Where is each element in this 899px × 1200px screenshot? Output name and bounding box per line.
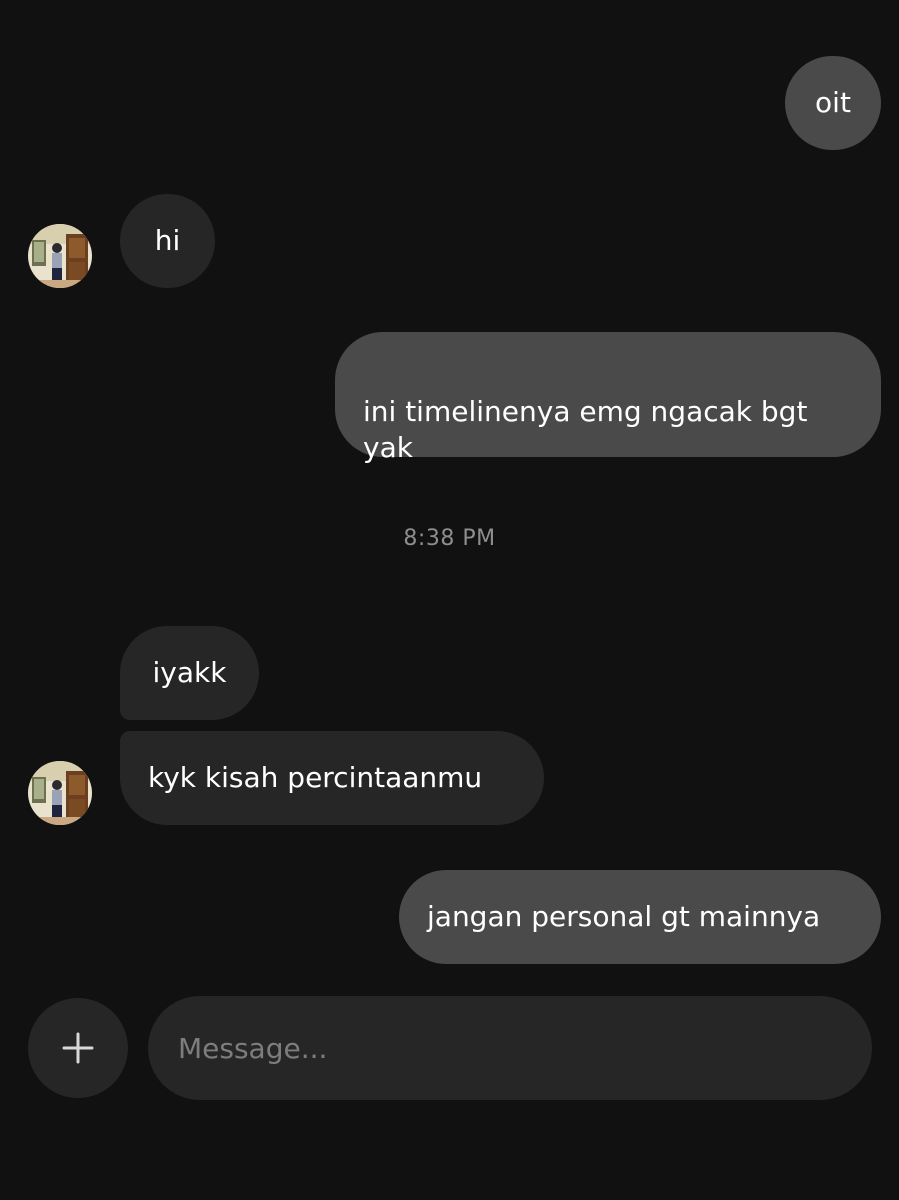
- message-text: jangan personal gt mainnya: [427, 900, 821, 933]
- message-text: hi: [154, 224, 181, 257]
- plus-icon: [62, 1032, 94, 1064]
- message-input[interactable]: [148, 996, 872, 1100]
- message-bubble-incoming[interactable]: hi: [120, 194, 215, 288]
- message-bubble-incoming[interactable]: kyk kisah percintaanmu: [120, 731, 544, 825]
- message-text: iyakk: [152, 656, 227, 689]
- message-bubble-incoming[interactable]: iyakk: [120, 626, 259, 720]
- add-attachment-button[interactable]: [28, 998, 128, 1098]
- message-timestamp: 8:38 PM: [403, 526, 496, 551]
- message-bubble-outgoing[interactable]: ini timelinenya emg ngacak bgt yak: [335, 332, 881, 464]
- message-text: oit: [815, 86, 851, 119]
- message-bubble-outgoing[interactable]: oit: [785, 56, 881, 150]
- message-text: ini timelinenya emg ngacak bgt yak: [363, 395, 808, 464]
- contact-avatar[interactable]: [28, 761, 92, 825]
- message-bubble-outgoing[interactable]: jangan personal gt mainnya: [399, 870, 881, 964]
- message-text: kyk kisah percintaanmu: [148, 761, 483, 794]
- contact-avatar[interactable]: [28, 224, 92, 288]
